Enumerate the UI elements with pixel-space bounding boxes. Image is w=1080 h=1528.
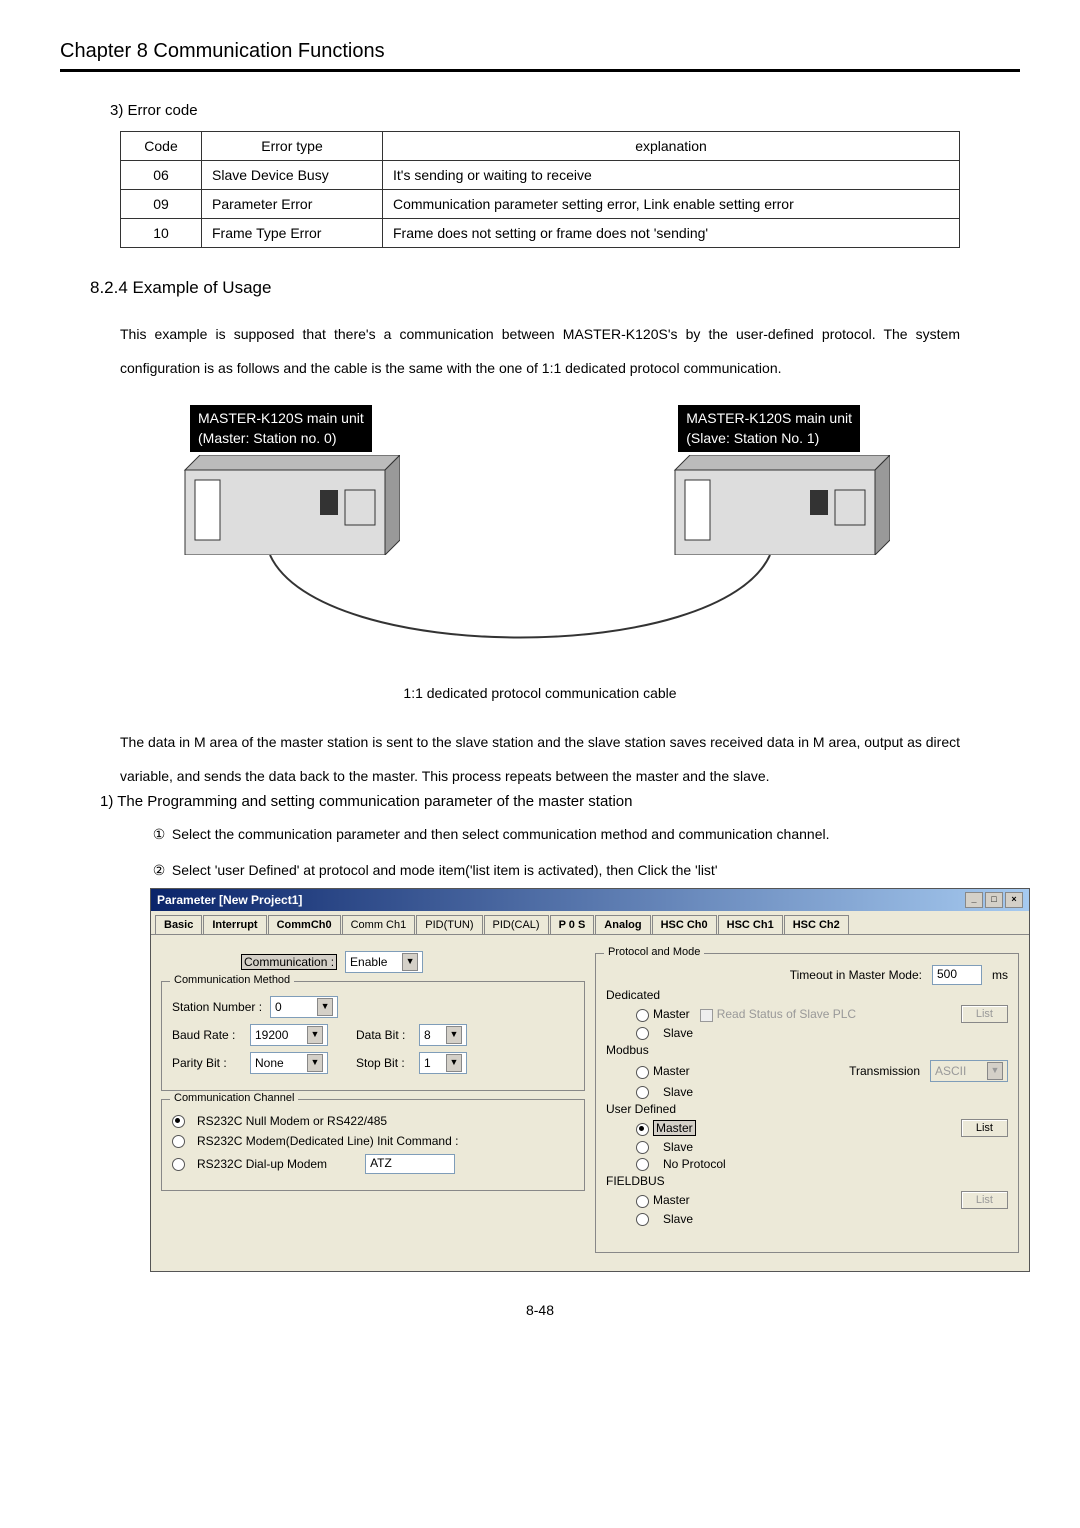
radio-dedicated-slave[interactable] (636, 1027, 649, 1040)
dialog-tabs: Basic Interrupt CommCh0 Comm Ch1 PID(TUN… (151, 911, 1029, 934)
page-number: 8-48 (60, 1302, 1020, 1318)
transmission-select: ASCII▼ (930, 1060, 1008, 1082)
tab-pos[interactable]: P 0 S (550, 915, 595, 934)
maximize-button[interactable]: □ (985, 892, 1003, 908)
tab-analog[interactable]: Analog (595, 915, 650, 934)
tab-hscch2[interactable]: HSC Ch2 (784, 915, 849, 934)
circled-1-icon: ① (150, 820, 168, 848)
baud-select[interactable]: 19200▼ (250, 1024, 328, 1046)
station-label: Station Number : (172, 1000, 262, 1014)
dropdown-icon[interactable]: ▼ (307, 1026, 323, 1044)
timeout-label: Timeout in Master Mode: (790, 968, 922, 982)
dropdown-icon[interactable]: ▼ (317, 998, 333, 1016)
diagram-caption: 1:1 dedicated protocol communication cab… (60, 685, 1020, 701)
radio-dedicated-modem[interactable] (172, 1135, 185, 1148)
communication-label: Communication : (241, 954, 337, 970)
tab-pidtun[interactable]: PID(TUN) (416, 915, 482, 934)
communication-channel-group: Communication Channel RS232C Null Modem … (161, 1099, 585, 1191)
error-code-heading: 3) Error code (110, 102, 1020, 119)
init-command-input[interactable]: ATZ (365, 1154, 455, 1174)
tab-interrupt[interactable]: Interrupt (203, 915, 266, 934)
tab-basic[interactable]: Basic (155, 915, 202, 934)
dropdown-icon[interactable]: ▼ (446, 1054, 462, 1072)
tab-pidcal[interactable]: PID(CAL) (484, 915, 549, 934)
databit-select[interactable]: 8▼ (419, 1024, 467, 1046)
radio-dedicated-master[interactable] (636, 1009, 649, 1022)
parity-select[interactable]: None▼ (250, 1052, 328, 1074)
station-select[interactable]: 0▼ (270, 996, 338, 1018)
divider (60, 69, 1020, 72)
tab-commch1[interactable]: Comm Ch1 (342, 915, 416, 934)
col-expl: explanation (383, 132, 960, 161)
table-row: 10 Frame Type Error Frame does not setti… (121, 219, 960, 248)
minimize-button[interactable]: _ (965, 892, 983, 908)
modbus-label: Modbus (606, 1043, 1008, 1057)
col-code: Code (121, 132, 202, 161)
dropdown-icon: ▼ (987, 1062, 1003, 1080)
protocol-mode-group: Protocol and Mode Timeout in Master Mode… (595, 953, 1019, 1253)
close-button[interactable]: × (1005, 892, 1023, 908)
dedicated-label: Dedicated (606, 988, 1008, 1002)
tab-hscch0[interactable]: HSC Ch0 (652, 915, 717, 934)
radio-modbus-slave[interactable] (636, 1086, 649, 1099)
section-title: 8.2.4 Example of Usage (90, 278, 1020, 298)
table-row: 09 Parameter Error Communication paramet… (121, 190, 960, 219)
radio-fieldbus-slave[interactable] (636, 1213, 649, 1226)
radio-null-modem[interactable] (172, 1115, 185, 1128)
timeout-input[interactable]: 500 (932, 965, 982, 985)
radio-fieldbus-master[interactable] (636, 1195, 649, 1208)
cable-icon (120, 405, 960, 675)
baud-label: Baud Rate : (172, 1028, 242, 1042)
list-button-fieldbus: List (961, 1191, 1008, 1209)
radio-modbus-master[interactable] (636, 1066, 649, 1079)
system-diagram: MASTER-K120S main unit (Master: Station … (120, 405, 960, 675)
fieldbus-label: FIELDBUS (606, 1174, 1008, 1188)
transmission-label: Transmission (849, 1064, 920, 1078)
radio-userdef-master[interactable] (636, 1123, 649, 1136)
user-defined-label: User Defined (606, 1102, 1008, 1116)
databit-label: Data Bit : (356, 1028, 411, 1042)
dialog-title: Parameter [New Project1] (157, 893, 302, 907)
list-button-dedicated: List (961, 1005, 1008, 1023)
stopbit-label: Stop Bit : (356, 1056, 411, 1070)
list-button-userdef[interactable]: List (961, 1119, 1008, 1137)
radio-dialup-modem[interactable] (172, 1158, 185, 1171)
dropdown-icon[interactable]: ▼ (446, 1026, 462, 1044)
col-type: Error type (202, 132, 383, 161)
error-code-table: Code Error type explanation 06 Slave Dev… (120, 131, 960, 248)
programming-heading: 1) The Programming and setting communica… (100, 793, 960, 810)
radio-userdef-slave[interactable] (636, 1141, 649, 1154)
radio-no-protocol[interactable] (636, 1158, 649, 1171)
tab-commch0[interactable]: CommCh0 (268, 915, 341, 934)
stopbit-select[interactable]: 1▼ (419, 1052, 467, 1074)
dropdown-icon[interactable]: ▼ (402, 953, 418, 971)
body-paragraph-2: The data in M area of the master station… (120, 726, 960, 793)
tab-hscch1[interactable]: HSC Ch1 (718, 915, 783, 934)
dialog-titlebar[interactable]: Parameter [New Project1] _ □ × (151, 889, 1029, 911)
table-row: 06 Slave Device Busy It's sending or wai… (121, 161, 960, 190)
parameter-dialog: Parameter [New Project1] _ □ × Basic Int… (150, 888, 1030, 1272)
communication-method-group: Communication Method Station Number : 0▼… (161, 981, 585, 1091)
communication-select[interactable]: Enable▼ (345, 951, 423, 973)
body-paragraph: This example is supposed that there's a … (120, 318, 960, 385)
parity-label: Parity Bit : (172, 1056, 242, 1070)
step-2: ② Select 'user Defined' at protocol and … (150, 856, 960, 884)
chapter-title: Chapter 8 Communication Functions (60, 40, 1020, 67)
check-read-status (700, 1009, 713, 1022)
circled-2-icon: ② (150, 856, 168, 884)
step-1: ① Select the communication parameter and… (150, 820, 960, 848)
dropdown-icon[interactable]: ▼ (307, 1054, 323, 1072)
